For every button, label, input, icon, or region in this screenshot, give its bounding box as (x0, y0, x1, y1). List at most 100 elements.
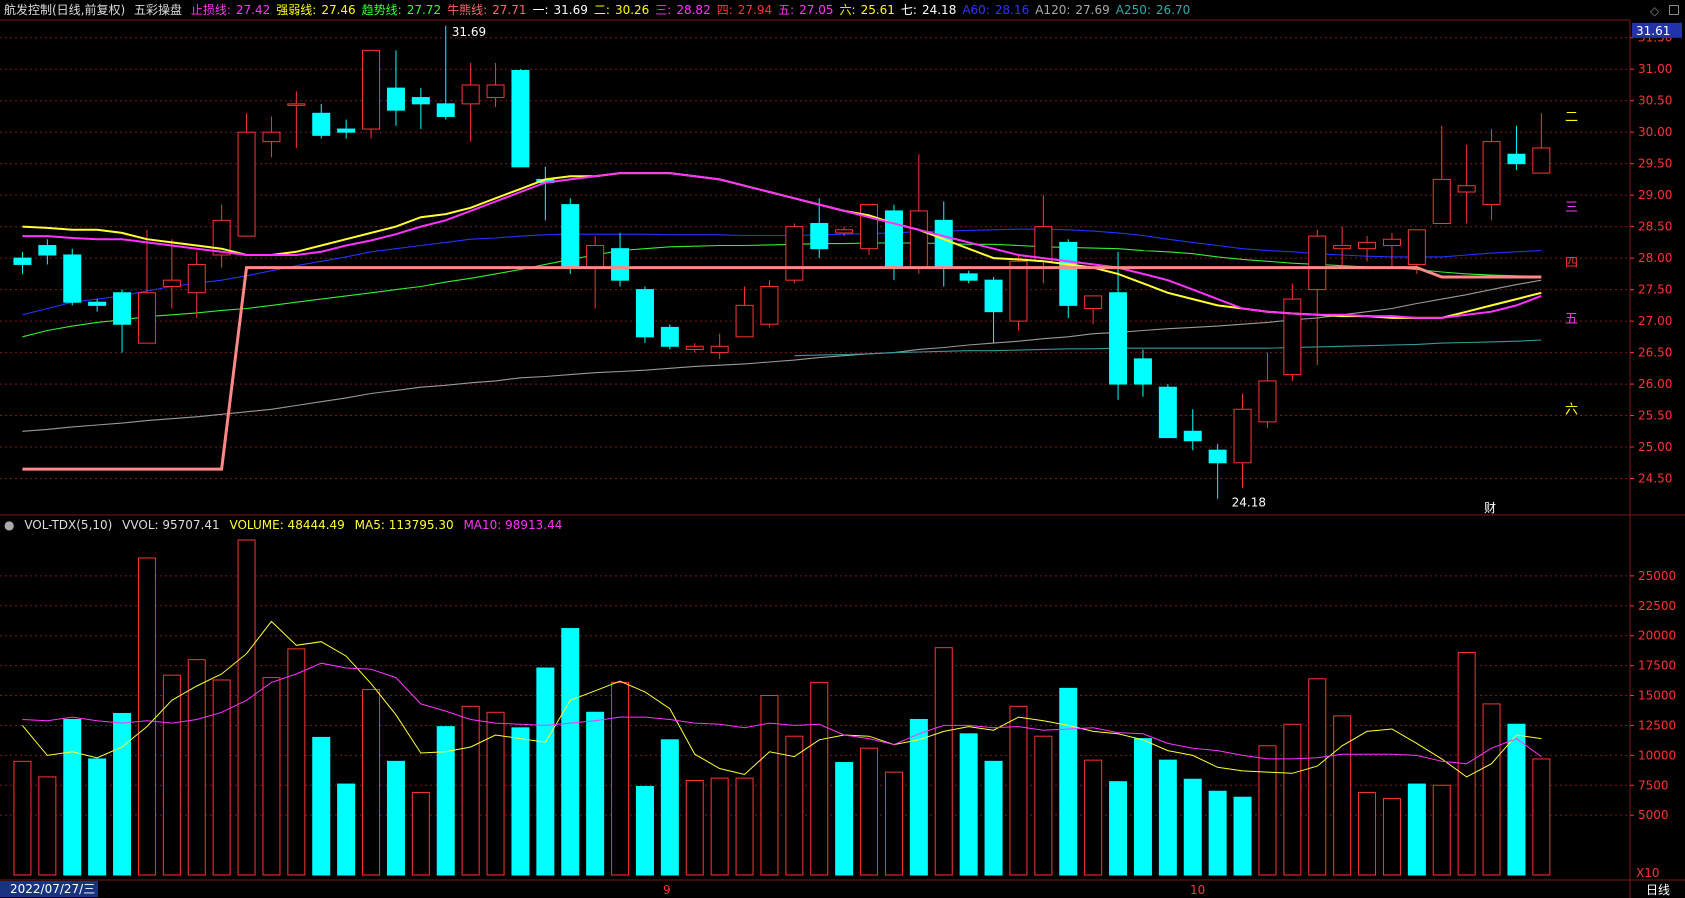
candle-body (1308, 235, 1327, 291)
a120-line (22, 279, 1542, 432)
indicator-item-value: 25.61 (860, 3, 895, 17)
candle (511, 69, 530, 168)
indicator-item: 牛熊线: (447, 3, 488, 17)
candle (934, 201, 953, 287)
level-label: 五 (1565, 312, 1578, 327)
candle-body (511, 69, 530, 168)
month-9-label: 9 (663, 883, 671, 897)
candle (586, 236, 605, 309)
candle-body (785, 226, 804, 281)
low-price-marker: 24.18 (1232, 496, 1266, 510)
volume-bar (536, 667, 555, 876)
volume-bar (835, 762, 854, 876)
bull-bear-line (22, 266, 1542, 471)
volume-bar (113, 712, 132, 876)
volume-tick-label: 22500 (1638, 599, 1676, 613)
volume-bars[interactable] (13, 539, 1551, 876)
indicator-item-value: 30.26 (614, 3, 650, 17)
volume-bar (436, 726, 455, 876)
volume-bar (88, 758, 107, 876)
diamond-icon[interactable]: ◇ (1650, 4, 1659, 18)
candle-body (1183, 430, 1202, 442)
candle (237, 113, 256, 237)
candle (785, 223, 804, 284)
price-tick-label: 30.50 (1638, 94, 1672, 108)
candle (461, 62, 480, 142)
volume-tick-label: 7500 (1638, 778, 1669, 792)
volume-bar (1133, 738, 1152, 876)
restore-icon[interactable] (1669, 5, 1679, 15)
price-tick-label: 31.00 (1638, 62, 1672, 76)
candle-body (1407, 229, 1426, 265)
candle-body (1233, 408, 1252, 464)
candle-body (909, 210, 928, 269)
volume-bar (1308, 678, 1327, 876)
candle-body (1457, 185, 1476, 193)
volume-bar (1382, 797, 1401, 876)
candle-body (461, 84, 480, 105)
volume-bar (386, 760, 405, 876)
candle-body (710, 345, 729, 354)
level-label: 四 (1565, 256, 1578, 271)
collapse-dot-icon[interactable]: ● (4, 518, 14, 532)
candle-body (635, 289, 654, 338)
candle-body (1009, 260, 1028, 322)
current-price-label: 31.61 (1636, 24, 1670, 38)
candle-body (959, 273, 978, 281)
ma10-value: MA10: 98913.44 (463, 518, 563, 532)
volume-tick-label: 12500 (1638, 718, 1676, 732)
indicator-item: A250: (1115, 3, 1151, 17)
vvol-value: VVOL: 95707.41 (122, 518, 220, 532)
stock-title[interactable]: 航发控制(日线,前复权) (4, 3, 125, 17)
volume-value: VOLUME: 48444.49 (229, 518, 345, 532)
indicator-item-value: 24.18 (921, 3, 957, 17)
candle (1457, 144, 1476, 224)
candle-body (561, 204, 580, 269)
volume-tick-label: 25000 (1638, 569, 1676, 583)
candle (760, 280, 779, 328)
volume-indicator-header: ● VOL-TDX(5,10) VVOL: 95707.41 VOLUME: 4… (4, 517, 568, 533)
candle-body (113, 292, 132, 325)
candle (1482, 129, 1501, 221)
candle-body (287, 103, 306, 106)
volume-bar (1283, 723, 1302, 876)
candle (660, 324, 679, 350)
candle (386, 50, 405, 126)
volume-bar (162, 674, 181, 876)
candle (611, 232, 630, 287)
candle-body (38, 245, 57, 256)
volume-bar (262, 677, 281, 876)
volume-bar (237, 539, 256, 876)
window-controls: ◇ (1650, 4, 1679, 18)
indicator-item-value: 27.46 (321, 3, 356, 17)
candle (287, 91, 306, 148)
candle (810, 198, 829, 259)
candle (1333, 226, 1352, 268)
volume-bar (1258, 745, 1277, 876)
candle (1283, 283, 1302, 381)
volume-bar (1507, 723, 1526, 876)
price-axis: 24.50 25.00 25.50 26.00 26.50 27.00 27.50 28.00… (1630, 22, 1682, 822)
volume-indicator-name[interactable]: VOL-TDX(5,10) (24, 518, 112, 532)
price-tick-label: 26.00 (1638, 377, 1672, 391)
volume-bar (635, 785, 654, 876)
candle (1034, 195, 1053, 284)
volume-bar (1358, 791, 1377, 876)
volume-bar (38, 776, 57, 876)
volume-bar (1432, 784, 1451, 876)
volume-bar (611, 681, 630, 876)
candle-body (1507, 153, 1526, 165)
indicator-item-value: 27.42 (235, 3, 271, 17)
candle-body (362, 49, 381, 130)
volume-tick-label: 20000 (1638, 629, 1676, 643)
candlestick-series[interactable] (13, 25, 1551, 499)
indicator-name[interactable]: 五彩操盘 (134, 3, 182, 17)
ma5-value: MA5: 113795.30 (354, 518, 454, 532)
candle (1084, 295, 1103, 325)
candle (187, 251, 206, 318)
volume-bar (137, 557, 156, 876)
volume-bar (860, 747, 879, 876)
candle (735, 286, 754, 338)
indicator-item-value: 28.82 (676, 3, 711, 17)
volume-bar (984, 760, 1003, 876)
